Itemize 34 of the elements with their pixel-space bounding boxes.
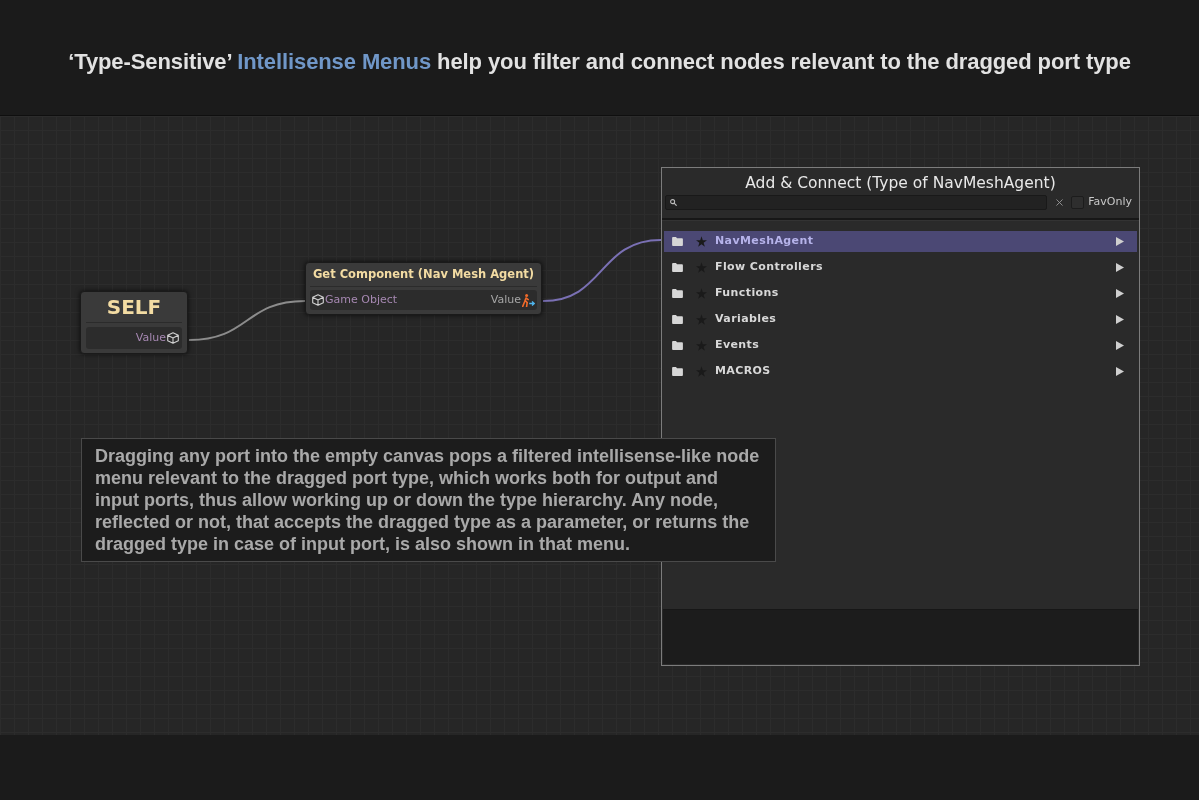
submenu-arrow-icon xyxy=(1116,315,1124,324)
headline: ‘Type-Sensitive’ Intellisense Menus help you filter and connect nodes relevant to the dragged port type xyxy=(68,48,1131,76)
menu-item[interactable]: NavMeshAgent xyxy=(664,231,1137,252)
folder-icon xyxy=(672,237,683,246)
folder-icon xyxy=(672,315,683,324)
port-label: Value xyxy=(490,291,521,308)
cube-icon xyxy=(167,332,179,344)
node-title: SELF xyxy=(106,297,162,317)
port-label: Value xyxy=(135,329,166,346)
menu-item[interactable]: MACROS xyxy=(664,361,1137,382)
folder-icon xyxy=(672,263,683,272)
search-field[interactable] xyxy=(665,194,1048,210)
menu-item[interactable]: Flow Controllers xyxy=(664,257,1137,278)
tooltip: Dragging any port into the empty canvas pops a filtered intellisense-like node menu relevant to the dragged port type, which works both for output and input ports, thus allow working up or down the type hierarchy. Any node, reflected or not, that accepts the dragged type as a parameter, or returns the dragged type in case of input port, is also shown in that menu. xyxy=(81,438,776,562)
node-title: Get Component (Nav Mesh Agent) xyxy=(312,265,535,283)
search-icon xyxy=(670,198,677,206)
submenu-arrow-icon xyxy=(1116,289,1124,298)
submenu-arrow-icon xyxy=(1116,237,1124,246)
star-icon[interactable] xyxy=(696,236,707,247)
submenu-arrow-icon xyxy=(1116,263,1124,272)
menu-item[interactable]: Variables xyxy=(664,309,1137,330)
close-icon[interactable] xyxy=(1055,198,1063,206)
menu-title: Add & Connect (Type of NavMeshAgent) xyxy=(745,175,1056,194)
running-person-arrow-icon xyxy=(522,293,535,307)
menu-item[interactable]: Events xyxy=(664,335,1137,356)
checkbox-label: FavOnly xyxy=(1088,193,1133,210)
port-label: Game Object xyxy=(325,291,398,308)
folder-icon xyxy=(672,289,683,298)
folder-icon xyxy=(672,341,683,350)
folder-icon xyxy=(672,367,683,376)
cube-icon xyxy=(312,294,324,306)
submenu-arrow-icon xyxy=(1116,341,1124,350)
menu-item[interactable]: Functions xyxy=(664,283,1137,304)
submenu-arrow-icon xyxy=(1116,367,1124,376)
